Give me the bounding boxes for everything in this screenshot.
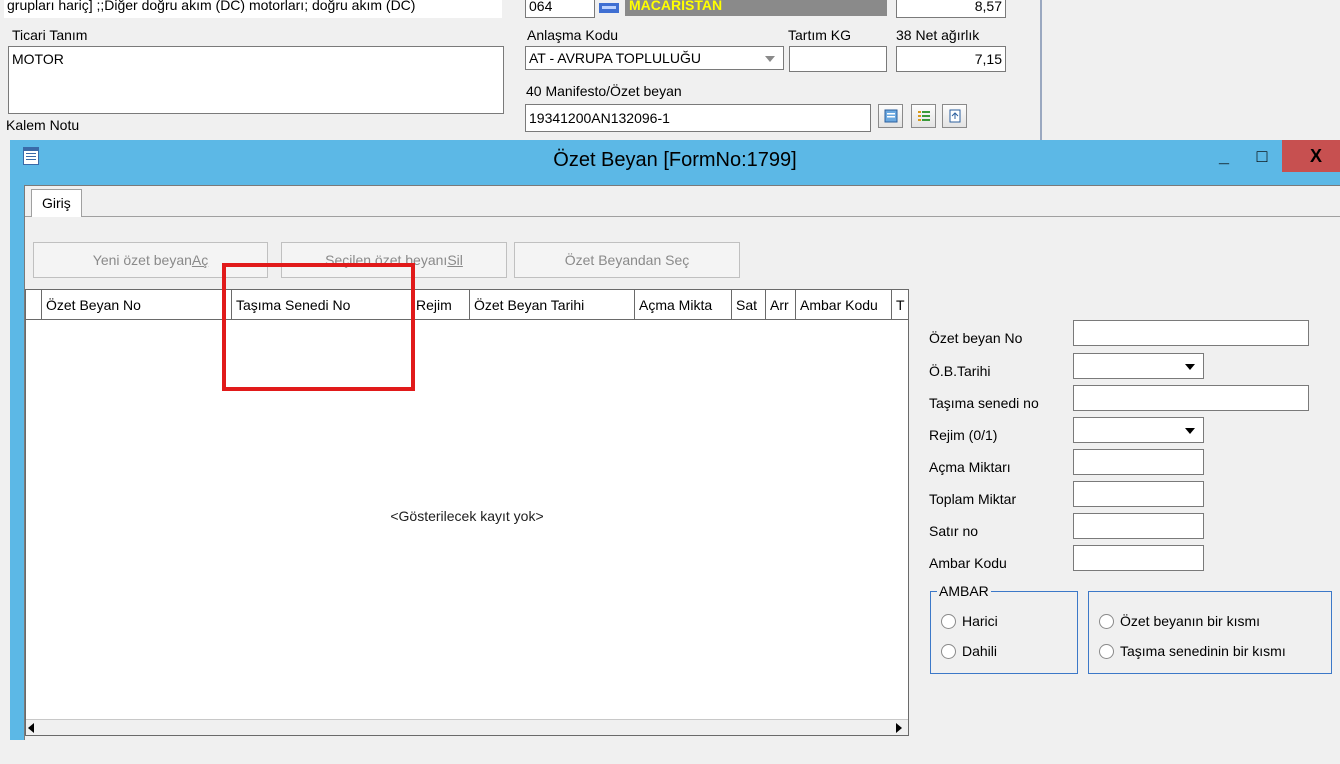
- ticari-tanim-label: Ticari Tanım: [12, 27, 88, 43]
- ambar-kodu-input[interactable]: [1073, 545, 1204, 571]
- toplam-miktar-input[interactable]: [1073, 481, 1204, 507]
- radio-ozet-beyan-kismi[interactable]: Özet beyanın bir kısmı: [1099, 613, 1260, 629]
- tartim-kg-label: Tartım KG: [788, 27, 852, 43]
- satir-no-label: Satır no: [929, 523, 979, 539]
- kalem-notu-label: Kalem Notu: [6, 117, 80, 133]
- new-ozet-beyan-hotkey: Aç: [191, 252, 209, 268]
- chevron-down-icon: [1185, 364, 1195, 370]
- radio-tasima-senedi-kismi[interactable]: Taşıma senedinin bir kısmı: [1099, 643, 1286, 659]
- tab-strip: Giriş: [25, 186, 1340, 224]
- minimize-icon: _: [1218, 145, 1229, 166]
- lookup-icon[interactable]: [596, 0, 622, 16]
- ozet-beyan-no-label: Özet beyan No: [929, 330, 1023, 346]
- col-satir[interactable]: Sat: [732, 290, 766, 320]
- net-agirlik-field[interactable]: 7,15: [896, 46, 1006, 72]
- ambar-group-legend: AMBAR: [937, 583, 991, 599]
- acma-miktari-label: Açma Miktarı: [929, 459, 1011, 475]
- col-ambar[interactable]: Arr: [766, 290, 796, 320]
- anlasma-kodu-label: Anlaşma Kodu: [527, 27, 619, 43]
- close-icon: X: [1309, 145, 1322, 166]
- horizontal-scrollbar[interactable]: [26, 719, 908, 735]
- maximize-button[interactable]: □: [1244, 140, 1280, 172]
- top-right-value-field[interactable]: 8,57: [896, 0, 1006, 18]
- ozet-beyan-grid[interactable]: Özet Beyan No Taşıma Senedi No Rejim Öze…: [25, 289, 909, 736]
- anlasma-kodu-value: AT - AVRUPA TOPLULUĞU: [529, 50, 701, 66]
- radio-circle-icon: [941, 613, 956, 629]
- maximize-icon: □: [1256, 145, 1268, 166]
- radio-dahili[interactable]: Dahili: [941, 643, 997, 659]
- col-ambar-kodu[interactable]: Ambar Kodu: [796, 290, 892, 320]
- export-icon[interactable]: [942, 104, 967, 128]
- col-ozet-beyan-tarihi[interactable]: Özet Beyan Tarihi: [470, 290, 635, 320]
- ticari-tanim-value: MOTOR: [12, 51, 64, 67]
- radio-harici[interactable]: Harici: [941, 613, 998, 629]
- rejim-label: Rejim (0/1): [929, 427, 998, 443]
- window-titlebar[interactable]: Özet Beyan [FormNo:1799] _ □ X: [10, 140, 1340, 180]
- select-from-ozet-beyan-button[interactable]: Özet Beyandan Seç: [514, 242, 740, 278]
- radio-tasima-senedi-kismi-label: Taşıma senedinin bir kısmı: [1120, 643, 1286, 659]
- underlying-form-edge: [0, 140, 10, 725]
- col-truncated[interactable]: T: [892, 290, 910, 320]
- chevron-down-icon: [765, 56, 775, 62]
- kisim-group: Özet beyanın bir kısmı Taşıma senedinin …: [1088, 591, 1332, 674]
- minimize-button[interactable]: _: [1206, 140, 1242, 172]
- tasima-senedi-no-label: Taşıma senedi no: [929, 395, 1039, 411]
- ozet-beyan-window: Özet Beyan [FormNo:1799] _ □ X Giriş Yen…: [10, 140, 1340, 764]
- ambar-group: AMBAR Harici Dahili: [930, 583, 1078, 674]
- net-agirlik-label: 38 Net ağırlık: [896, 27, 980, 43]
- top-right-value: 8,57: [974, 0, 1002, 14]
- notes-icon[interactable]: [878, 104, 903, 128]
- ob-tarihi-label: Ö.B.Tarihi: [929, 363, 991, 379]
- grid-header: Özet Beyan No Taşıma Senedi No Rejim Öze…: [26, 290, 908, 320]
- chevron-down-icon: [1185, 428, 1195, 434]
- radio-circle-icon: [1099, 643, 1114, 659]
- country-code-value: 064: [529, 0, 553, 14]
- tartim-kg-field[interactable]: [789, 46, 887, 72]
- tab-giris[interactable]: Giriş: [31, 189, 82, 217]
- ambar-kodu-label: Ambar Kodu: [929, 555, 1007, 571]
- background-form: grupları hariç] ;;Diğer doğru akım (DC) …: [0, 0, 1340, 140]
- ticari-tanim-textarea[interactable]: MOTOR: [8, 46, 504, 114]
- empty-grid-message: <Gösterilecek kayıt yok>: [390, 508, 544, 524]
- description-field[interactable]: grupları hariç] ;;Diğer doğru akım (DC) …: [4, 0, 502, 18]
- col-acma-miktari[interactable]: Açma Mikta: [635, 290, 732, 320]
- manifesto-label: 40 Manifesto/Özet beyan: [526, 83, 682, 99]
- anlasma-kodu-select[interactable]: AT - AVRUPA TOPLULUĞU: [525, 46, 784, 70]
- country-code-field[interactable]: 064: [525, 0, 595, 18]
- satir-no-input[interactable]: [1073, 513, 1204, 539]
- country-name-field: MACARISTAN: [625, 0, 887, 16]
- col-rejim[interactable]: Rejim: [412, 290, 470, 320]
- ozet-beyan-no-input[interactable]: [1073, 320, 1309, 346]
- rejim-dropdown[interactable]: [1073, 417, 1204, 443]
- annotation-highlight-box: [222, 263, 415, 391]
- select-from-ozet-beyan-label: Özet Beyandan Seç: [564, 252, 690, 268]
- description-text: grupları hariç] ;;Diğer doğru akım (DC) …: [7, 0, 416, 13]
- acma-miktari-input[interactable]: [1073, 449, 1204, 475]
- tasima-senedi-no-input[interactable]: [1073, 385, 1309, 411]
- col-ozet-beyan-no[interactable]: Özet Beyan No: [42, 290, 232, 320]
- radio-dahili-label: Dahili: [962, 643, 998, 659]
- panel-divider: [1040, 0, 1042, 140]
- manifesto-field[interactable]: 19341200AN132096-1: [525, 104, 871, 132]
- radio-circle-icon: [1099, 613, 1114, 629]
- list-icon[interactable]: [911, 104, 936, 128]
- close-button[interactable]: X: [1282, 140, 1340, 172]
- net-agirlik-value: 7,15: [974, 51, 1002, 67]
- radio-circle-icon: [941, 643, 956, 659]
- manifesto-value: 19341200AN132096-1: [529, 110, 670, 126]
- window-title: Özet Beyan [FormNo:1799]: [553, 149, 797, 171]
- ob-tarihi-dropdown[interactable]: [1073, 353, 1204, 379]
- radio-ozet-beyan-kismi-label: Özet beyanın bir kısmı: [1120, 613, 1261, 629]
- delete-ozet-beyan-hotkey: Sil: [447, 252, 463, 268]
- tab-divider: [25, 216, 1340, 217]
- radio-harici-label: Harici: [962, 613, 998, 629]
- new-ozet-beyan-label: Yeni özet beyan: [92, 252, 192, 268]
- row-indicator-header: [26, 290, 42, 320]
- toplam-miktar-label: Toplam Miktar: [929, 491, 1017, 507]
